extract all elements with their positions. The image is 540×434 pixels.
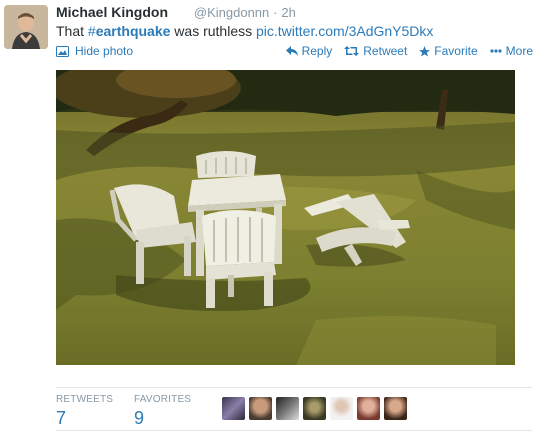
retweets-stat[interactable]: RETWEETS 7	[56, 394, 134, 429]
text-middle: was ruthless	[170, 23, 256, 39]
lawn-chairs-photo	[56, 70, 515, 365]
hide-photo-label: Hide photo	[75, 44, 134, 58]
photo-icon	[56, 45, 69, 57]
user-avatar[interactable]	[276, 397, 299, 420]
user-avatar[interactable]	[384, 397, 407, 420]
user-avatar[interactable]	[303, 397, 326, 420]
favorites-label: FAVORITES	[134, 394, 192, 405]
favorites-count: 9	[134, 408, 145, 428]
favorites-stat[interactable]: FAVORITES 9	[134, 394, 212, 429]
time-separator: ·	[273, 5, 278, 20]
retweet-icon	[344, 46, 360, 56]
retweet-label: Retweet	[363, 44, 408, 58]
hide-photo-button[interactable]: Hide photo	[56, 44, 133, 58]
reply-button[interactable]: Reply	[285, 44, 333, 58]
text-prefix: That	[56, 23, 88, 39]
more-button[interactable]: More	[490, 44, 533, 58]
favorite-label: Favorite	[434, 44, 478, 58]
reply-label: Reply	[301, 44, 333, 58]
tweet-time[interactable]: 2h	[281, 5, 295, 20]
more-dots-icon	[490, 49, 502, 53]
hashtag-link[interactable]: #earthquake	[88, 23, 171, 39]
engaged-users	[222, 397, 407, 420]
star-icon	[419, 45, 431, 56]
user-avatar[interactable]	[330, 397, 353, 420]
favorite-button[interactable]: Favorite	[419, 44, 478, 58]
user-avatar[interactable]	[249, 397, 272, 420]
user-avatar[interactable]	[222, 397, 245, 420]
tweet-photo[interactable]	[56, 70, 515, 365]
hashtag-word: earthquake	[95, 23, 171, 39]
tweet-text: That #earthquake was ruthless pic.twitte…	[56, 22, 433, 40]
avatar-image	[4, 5, 48, 49]
footer-divider	[56, 430, 532, 431]
tweet-header: Michael Kingdon @Kingdonnn · 2h	[56, 3, 296, 22]
reply-icon	[285, 46, 298, 56]
stats-divider	[56, 387, 532, 388]
retweets-label: RETWEETS	[56, 394, 114, 405]
user-avatar[interactable]	[357, 397, 380, 420]
tweet-actions: Reply Retweet Favorite More	[285, 44, 533, 58]
retweets-count: 7	[56, 408, 67, 428]
tweet-stats: RETWEETS 7 FAVORITES 9	[56, 394, 212, 429]
author-handle[interactable]: @Kingdonnn	[194, 5, 269, 20]
retweet-button[interactable]: Retweet	[344, 44, 407, 58]
pic-link[interactable]: pic.twitter.com/3AdGnY5Dkx	[256, 23, 433, 39]
author-name[interactable]: Michael Kingdon	[56, 4, 168, 20]
avatar[interactable]	[4, 5, 48, 49]
more-label: More	[505, 44, 533, 58]
hashtag-symbol: #	[87, 23, 96, 39]
